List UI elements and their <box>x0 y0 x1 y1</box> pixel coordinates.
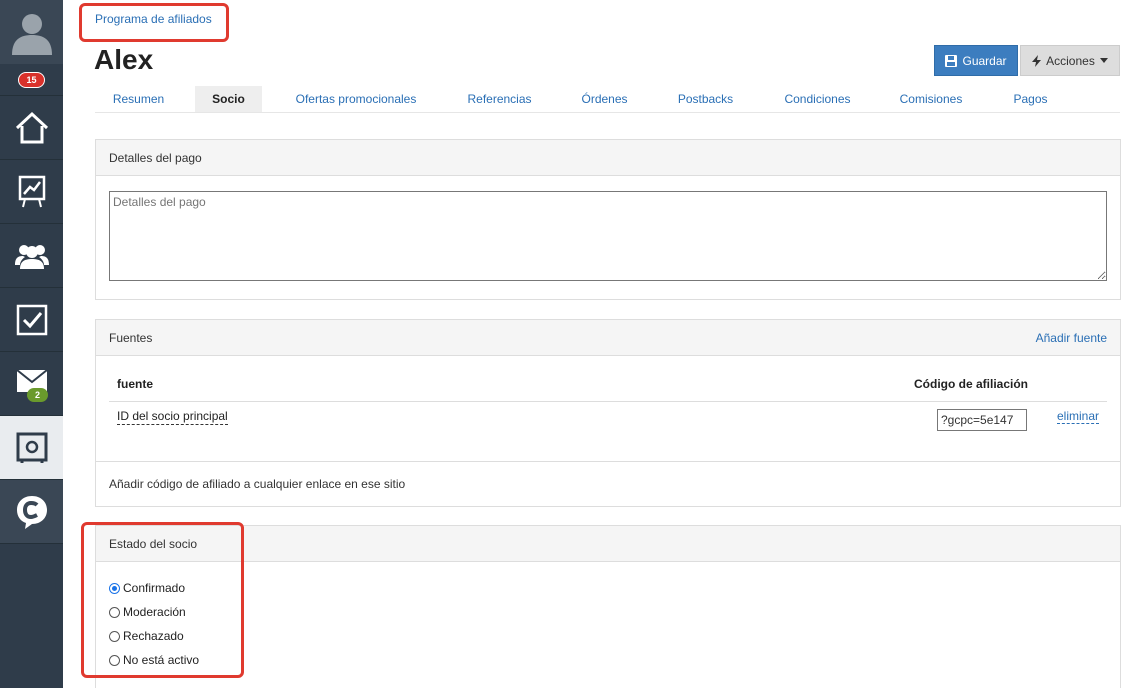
users-icon <box>14 244 49 269</box>
tab-promotional-offers[interactable]: Ofertas promocionales <box>280 86 432 112</box>
partner-status-header: Estado del socio <box>96 526 1120 562</box>
column-header-affiliate-code: Código de afiliación <box>914 377 1029 391</box>
actions-dropdown-button[interactable]: Acciones <box>1020 45 1120 76</box>
tab-conditions[interactable]: Condiciones <box>769 86 866 112</box>
highlight-breadcrumb <box>79 3 229 42</box>
panel-divider <box>96 461 1120 462</box>
save-button[interactable]: Guardar <box>934 45 1018 76</box>
sources-header: Fuentes Añadir fuente <box>96 320 1120 356</box>
tab-payments[interactable]: Pagos <box>997 86 1064 112</box>
sidebar-item-mail[interactable]: 2 <box>0 352 63 416</box>
add-source-link[interactable]: Añadir fuente <box>1036 331 1107 345</box>
tab-referrals[interactable]: Referencias <box>450 86 549 112</box>
sidebar-item-home[interactable] <box>0 96 63 160</box>
sources-title: Fuentes <box>109 330 153 345</box>
column-header-source: fuente <box>117 377 153 391</box>
tab-bar: Resumen Socio Ofertas promocionales Refe… <box>95 86 1120 113</box>
tab-postbacks[interactable]: Postbacks <box>661 86 750 112</box>
actions-button-label: Acciones <box>1046 53 1095 68</box>
partner-status-panel: Estado del socio Confirmado Moderación R… <box>95 525 1121 688</box>
tab-partner[interactable]: Socio <box>195 86 262 112</box>
notification-badge: 15 <box>18 71 45 88</box>
avatar-icon <box>11 14 52 55</box>
tab-orders[interactable]: Órdenes <box>566 86 643 112</box>
brand-logo-icon <box>16 495 47 529</box>
sidebar-item-users[interactable] <box>0 224 63 288</box>
table-divider <box>109 401 1107 402</box>
lightning-icon <box>1032 54 1042 67</box>
payment-details-title: Detalles del pago <box>109 150 202 165</box>
save-button-label: Guardar <box>962 53 1007 68</box>
sidebar-item-reports[interactable] <box>0 160 63 224</box>
highlight-partner-status <box>81 522 244 678</box>
safe-icon <box>16 432 47 463</box>
payment-details-textarea[interactable] <box>109 191 1107 281</box>
sidebar-item-tasks[interactable] <box>0 288 63 352</box>
affiliate-code-input[interactable] <box>937 409 1027 431</box>
checkbox-icon <box>16 304 47 335</box>
payment-details-header: Detalles del pago <box>96 140 1120 176</box>
mail-badge: 2 <box>27 388 49 402</box>
payment-details-panel: Detalles del pago <box>95 139 1121 300</box>
sidebar: 15 2 <box>0 0 63 688</box>
tab-summary[interactable]: Resumen <box>95 86 182 112</box>
sources-footer-text: Añadir código de afiliado a cualquier en… <box>109 477 406 491</box>
sources-panel: Fuentes Añadir fuente fuente Código de a… <box>95 319 1121 507</box>
source-name[interactable]: ID del socio principal <box>117 409 228 425</box>
home-icon <box>15 111 48 143</box>
caret-down-icon <box>1099 58 1108 63</box>
chart-icon <box>18 175 45 207</box>
sidebar-notifications[interactable]: 15 <box>0 64 63 96</box>
sidebar-item-affiliates[interactable] <box>0 416 63 480</box>
floppy-disk-icon <box>945 54 958 67</box>
tab-commissions[interactable]: Comisiones <box>884 86 978 112</box>
sidebar-avatar[interactable] <box>0 0 63 64</box>
page-title: Alex <box>94 44 154 75</box>
sidebar-item-brand[interactable] <box>0 480 63 544</box>
delete-source-link[interactable]: eliminar <box>1057 409 1100 424</box>
